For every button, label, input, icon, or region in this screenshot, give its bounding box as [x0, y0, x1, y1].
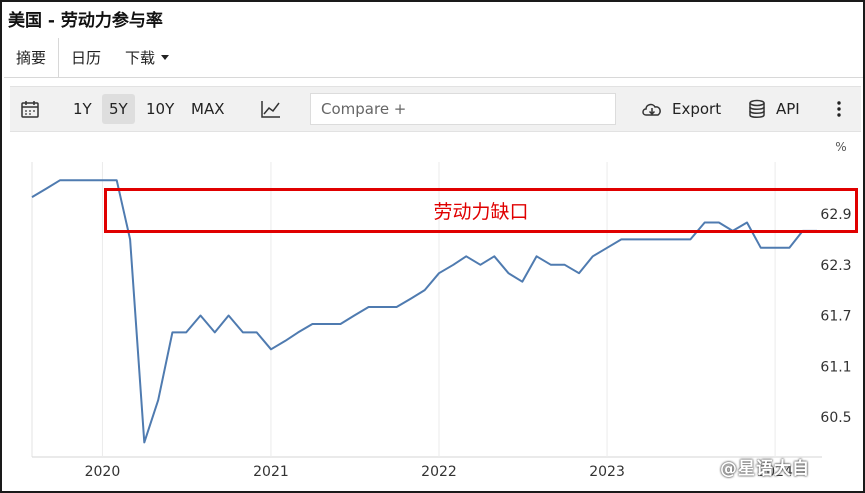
watermark: @星语大自: [720, 459, 810, 479]
y-tick-label: 61.1: [820, 359, 851, 375]
y-tick-label: 60.5: [820, 410, 851, 426]
x-tick-label: 2021: [253, 464, 289, 480]
y-unit-label: %: [835, 140, 846, 154]
y-tick-label: 61.7: [820, 309, 851, 325]
chart-window: 美国 - 劳动力参与率 摘要 日历 下载 1Y 5Y 10Y MAX Compa…: [0, 0, 865, 493]
y-tick-label: 62.3: [820, 258, 851, 274]
line-chart: 2020 2021 2022 2023 202460.561.161.762.362.9…: [31, 140, 852, 480]
x-tick-label: 2022: [421, 464, 457, 480]
x-tick-label: 2023: [589, 464, 625, 480]
annotation-label: 劳动力缺口: [433, 201, 529, 223]
x-tick-label: 2020: [85, 464, 121, 480]
labor-gap-annotation: 劳动力缺口: [104, 188, 858, 233]
